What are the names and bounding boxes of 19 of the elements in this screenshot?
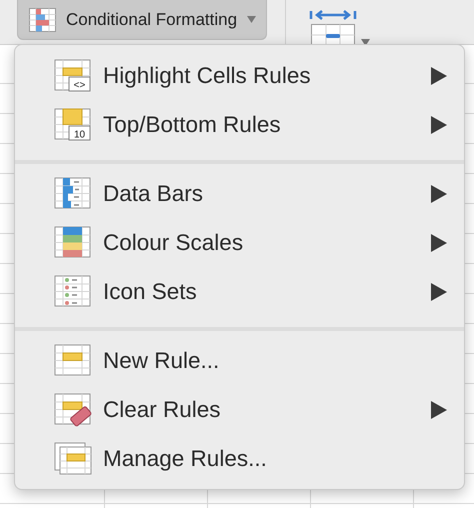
menu-item[interactable]: Manage Rules...: [15, 434, 464, 483]
menu-item[interactable]: New Rule...: [15, 336, 464, 385]
colour-scales-icon: [54, 226, 92, 260]
new-rule-icon: [54, 344, 92, 378]
menu-item[interactable]: Data Bars: [15, 169, 464, 218]
top-ten-icon: 10: [54, 108, 92, 142]
menu-item[interactable]: 10 Top/Bottom Rules: [15, 100, 464, 149]
eraser-icon: [54, 392, 92, 426]
caret-icon: [247, 16, 256, 23]
menu-item[interactable]: Icon Sets: [15, 267, 464, 316]
manage-rules-icon: [54, 442, 92, 476]
conditional-formatting-button[interactable]: Conditional Formatting: [17, 0, 268, 40]
menu-item[interactable]: <> Highlight Cells Rules: [15, 51, 464, 100]
data-bars-icon: [54, 176, 92, 210]
menu-item[interactable]: Clear Rules: [15, 385, 464, 434]
highlight-cells-icon: <>: [54, 58, 92, 92]
menu-item[interactable]: Colour Scales: [15, 218, 464, 267]
icon-sets-icon: [54, 274, 92, 308]
bar-grid-icon: [29, 8, 56, 32]
